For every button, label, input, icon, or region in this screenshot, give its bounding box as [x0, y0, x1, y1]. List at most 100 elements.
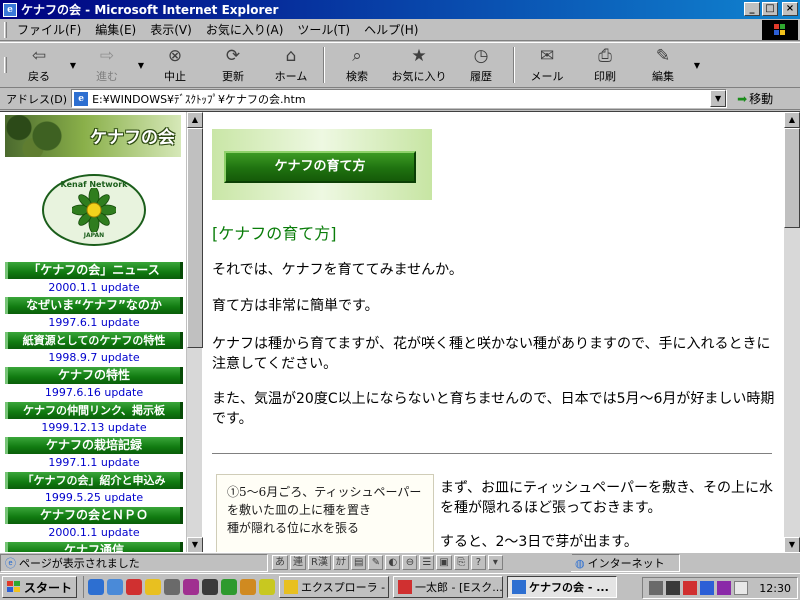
ime-dictionary-icon[interactable]: ▤: [350, 555, 367, 570]
ime-help-icon[interactable]: ?: [470, 555, 486, 570]
edit-icon: ✎: [655, 46, 671, 66]
maximize-button[interactable]: □: [762, 2, 778, 16]
ime-kanji-mode[interactable]: R漢: [308, 555, 331, 570]
scroll-thumb[interactable]: [187, 128, 203, 348]
search-icon: ⌕: [352, 46, 362, 66]
nav-link-characteristics[interactable]: ケナフの特性: [5, 367, 183, 384]
nav-date: 1997.6.1 update: [48, 316, 140, 329]
app-launch-icon[interactable]: [126, 579, 143, 595]
page-title: [ケナフの育て方]: [212, 224, 337, 243]
favorites-button[interactable]: ★ お気に入り: [386, 44, 452, 86]
print-button[interactable]: ⎙ 印刷: [576, 44, 634, 86]
edit-button[interactable]: ✎ 編集: [634, 44, 692, 86]
site-banner[interactable]: ケナフの会: [5, 115, 181, 157]
task-ichitaro[interactable]: 一太郎 - [Eスク...: [393, 576, 504, 598]
scroll-up-arrow-icon[interactable]: ▲: [784, 112, 800, 128]
nav-link-news[interactable]: 「ケナフの会」ニュース: [5, 262, 183, 279]
menu-help[interactable]: ヘルプ(H): [357, 21, 425, 38]
edit-dropdown[interactable]: ▼: [692, 61, 702, 70]
ie-icon[interactable]: e: [3, 2, 17, 17]
nav-link-npo[interactable]: ケナフの会とＮＰＯ: [5, 507, 183, 524]
ime-settings-icon[interactable]: ⊖: [402, 555, 418, 570]
nav-link-paper-resource[interactable]: 紙資源としてのケナフの特性: [5, 332, 183, 349]
menu-file[interactable]: ファイル(F): [10, 21, 88, 38]
address-dropdown[interactable]: ▼: [710, 90, 727, 107]
folder-launch-icon[interactable]: [145, 579, 162, 595]
mail-icon: ✉: [539, 46, 555, 66]
sketch-text: ①5～6月ごろ、ティッシュペーパー: [227, 485, 422, 499]
scroll-up-arrow-icon[interactable]: ▲: [187, 112, 203, 128]
nav-link-why-kenaf[interactable]: なぜいま“ケナフ”なのか: [5, 297, 183, 314]
clock[interactable]: 12:30: [759, 582, 791, 595]
forward-dropdown[interactable]: ▼: [136, 61, 146, 70]
ime-book-icon[interactable]: ▣: [436, 555, 452, 570]
scroll-thumb[interactable]: [784, 128, 800, 228]
refresh-button[interactable]: ⟳ 更新: [204, 44, 262, 86]
scroll-down-arrow-icon[interactable]: ▼: [784, 537, 800, 553]
forward-button[interactable]: ⇨ 進む: [78, 44, 136, 86]
minimize-button[interactable]: _: [744, 2, 760, 16]
volume-icon[interactable]: [734, 581, 749, 595]
go-button[interactable]: ➡ 移動: [737, 90, 773, 107]
app-launch-icon[interactable]: [202, 579, 219, 595]
ime-kana-mode[interactable]: ｶﾅ: [332, 555, 349, 570]
address-value: E:¥WINDOWS¥ﾃﾞｽｸﾄｯﾌﾟ¥ケナフの会.htm: [92, 92, 306, 106]
ime-tray-icon[interactable]: [683, 581, 698, 595]
outlook-launch-icon[interactable]: [107, 579, 124, 595]
start-button[interactable]: スタート: [2, 576, 78, 598]
page-icon: e: [74, 91, 89, 106]
menu-favorites[interactable]: お気に入り(A): [199, 21, 291, 38]
globe-icon: ◍: [575, 556, 585, 570]
nav-link-cultivation-log[interactable]: ケナフの栽培記録: [5, 437, 183, 454]
menu-view[interactable]: 表示(V): [143, 21, 199, 38]
ime-tool-icon[interactable]: ✎: [368, 555, 384, 570]
menu-tools[interactable]: ツール(T): [290, 21, 357, 38]
ime-conversion-mode[interactable]: 連: [290, 555, 306, 570]
home-button[interactable]: ⌂ ホーム: [262, 44, 320, 86]
shield-icon[interactable]: [717, 581, 732, 595]
app-launch-icon[interactable]: [221, 579, 238, 595]
ime-table-icon[interactable]: ☰: [419, 555, 435, 570]
app-launch-icon[interactable]: [164, 579, 181, 595]
step-description: すると、2～3日で芽が出ます。: [440, 534, 638, 550]
banner-trees-image: [5, 115, 75, 157]
header-banner: ケナフの育て方: [212, 129, 432, 200]
address-input[interactable]: e E:¥WINDOWS¥ﾃﾞｽｸﾄｯﾌﾟ¥ケナフの会.htm ▼: [71, 89, 728, 108]
nav-entry: 紙資源としてのケナフの特性 1998.9.7 update: [5, 332, 183, 367]
stop-button[interactable]: ⊗ 中止: [146, 44, 204, 86]
menu-grip[interactable]: [4, 21, 7, 38]
explorer-icon: [284, 580, 299, 594]
status-message-panel: ⓔ ページが表示されました: [0, 554, 268, 572]
back-dropdown[interactable]: ▼: [68, 61, 78, 70]
main-scrollbar[interactable]: ▲ ▼: [784, 112, 800, 553]
pen-icon[interactable]: [666, 581, 681, 595]
network-icon[interactable]: [649, 581, 664, 595]
printer-icon: ⎙: [598, 46, 612, 66]
close-button[interactable]: ×: [782, 2, 798, 16]
history-button[interactable]: ◷ 履歴: [452, 44, 510, 86]
menu-edit[interactable]: 編集(E): [88, 21, 143, 38]
toolbar-grip[interactable]: [4, 57, 7, 73]
nav-link-intro-signup[interactable]: 「ケナフの会」紹介と申込み: [5, 472, 183, 489]
app-launch-icon[interactable]: [240, 579, 257, 595]
back-button[interactable]: ⇦ 戻る: [10, 44, 68, 86]
ime-register-icon[interactable]: ⎘: [453, 555, 469, 570]
japanese-input-icon[interactable]: [700, 581, 715, 595]
search-button[interactable]: ⌕ 検索: [328, 44, 386, 86]
scroll-down-arrow-icon[interactable]: ▼: [187, 537, 203, 553]
ime-pad-icon[interactable]: ◐: [385, 555, 401, 570]
ime-mode-hiragana[interactable]: あ: [272, 555, 288, 570]
page-done-icon: ⓔ: [5, 557, 16, 570]
mail-button[interactable]: ✉ メール: [518, 44, 576, 86]
sketch-text: を敷いた皿の上に種を置き: [227, 503, 372, 517]
ie-launch-icon[interactable]: [88, 579, 105, 595]
stop-icon: ⊗: [167, 46, 183, 66]
nav-entry: ケナフの会とＮＰＯ 2000.1.1 update: [5, 507, 183, 542]
ime-menu-icon[interactable]: ▾: [487, 555, 503, 570]
app-launch-icon[interactable]: [183, 579, 200, 595]
task-kenaf-ie[interactable]: ケナフの会 - ...: [507, 576, 618, 598]
sidebar-scrollbar[interactable]: ▲ ▼: [186, 112, 203, 553]
app-launch-icon[interactable]: [259, 579, 276, 595]
nav-link-links-board[interactable]: ケナフの仲間リンク、掲示板: [5, 402, 183, 419]
task-explorer[interactable]: エクスプローラ - ...: [279, 576, 390, 598]
